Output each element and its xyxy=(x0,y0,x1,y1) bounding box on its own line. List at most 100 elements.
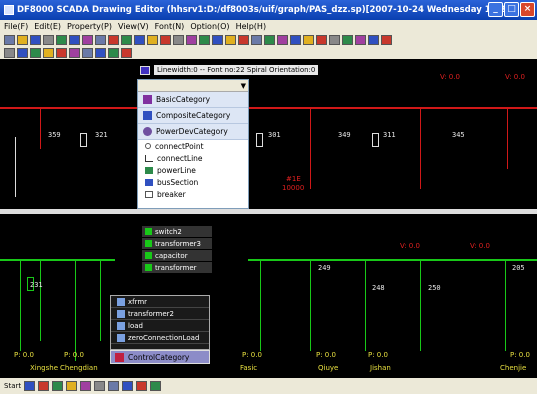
menu-help[interactable]: Help(H) xyxy=(236,22,267,31)
open-folder-icon[interactable] xyxy=(17,34,28,45)
layer-icon[interactable] xyxy=(238,34,249,45)
taskbar-app-icon[interactable] xyxy=(122,381,134,391)
align-bottom-icon[interactable] xyxy=(199,34,210,45)
feeder-line[interactable] xyxy=(310,109,311,189)
list-item[interactable]: load xyxy=(111,320,209,332)
list-item[interactable]: capacitor xyxy=(142,250,212,262)
print-icon[interactable] xyxy=(43,34,54,45)
chevron-down-icon[interactable]: ▼ xyxy=(241,82,246,90)
color-swatch-icon[interactable] xyxy=(140,65,150,75)
feeder-line[interactable] xyxy=(365,261,366,351)
feeder-line[interactable] xyxy=(420,109,421,189)
align-right-icon[interactable] xyxy=(173,34,184,45)
minimize-button[interactable]: _ xyxy=(488,2,503,17)
delete-icon[interactable] xyxy=(381,34,392,45)
database-icon[interactable] xyxy=(95,47,106,58)
palette-category-composite[interactable]: CompositeCategory xyxy=(138,108,248,124)
palette-category-powerdev[interactable]: PowerDevCategory xyxy=(138,124,248,140)
arrow-right-icon[interactable] xyxy=(121,47,132,58)
feeder-line[interactable] xyxy=(100,261,101,341)
ungroup-icon[interactable] xyxy=(225,34,236,45)
snap-icon[interactable] xyxy=(30,47,41,58)
zoom-in-icon[interactable] xyxy=(121,34,132,45)
taskbar-app-icon[interactable] xyxy=(66,381,78,391)
feeder-line[interactable] xyxy=(40,261,41,341)
flip-icon[interactable] xyxy=(368,34,379,45)
polygon-tool-icon[interactable] xyxy=(316,34,327,45)
palette-item-connectline[interactable]: connectLine xyxy=(138,152,248,164)
line-tool-icon[interactable] xyxy=(264,34,275,45)
palette-item-powerline[interactable]: powerLine xyxy=(138,164,248,176)
list-item[interactable]: zeroConnectionLoad xyxy=(111,332,209,344)
copy-icon[interactable] xyxy=(69,34,80,45)
list-item[interactable]: transformer2 xyxy=(111,308,209,320)
menu-view[interactable]: View(V) xyxy=(118,22,149,31)
pan-icon[interactable] xyxy=(43,47,54,58)
breaker-symbol[interactable] xyxy=(80,133,87,147)
taskbar-app-icon[interactable] xyxy=(52,381,64,391)
property-icon[interactable] xyxy=(69,47,80,58)
redo-icon[interactable] xyxy=(108,34,119,45)
palette-category-basic[interactable]: BasicCategory xyxy=(138,92,248,108)
drawing-canvas[interactable]: V: 0.0 V: 0.0 359 321 301 349 311 345 #1… xyxy=(0,59,537,378)
grid-icon[interactable] xyxy=(147,34,158,45)
arc-tool-icon[interactable] xyxy=(303,34,314,45)
list-item[interactable]: transformer3 xyxy=(142,238,212,250)
menu-edit[interactable]: Edit(E) xyxy=(34,22,61,31)
taskbar-start[interactable]: Start xyxy=(4,382,21,390)
refresh-icon[interactable] xyxy=(82,47,93,58)
breaker-symbol[interactable] xyxy=(372,133,379,147)
measure-icon[interactable] xyxy=(56,47,67,58)
zoom-out-icon[interactable] xyxy=(134,34,145,45)
feeder-line[interactable] xyxy=(40,109,41,149)
feeder-line[interactable] xyxy=(260,261,261,351)
feeder-line[interactable] xyxy=(507,109,508,169)
new-file-icon[interactable] xyxy=(4,34,15,45)
taskbar-app-icon[interactable] xyxy=(136,381,148,391)
cut-icon[interactable] xyxy=(56,34,67,45)
menu-option[interactable]: Option(O) xyxy=(190,22,229,31)
busbar-green-right[interactable] xyxy=(248,259,537,261)
align-top-icon[interactable] xyxy=(186,34,197,45)
rect-tool-icon[interactable] xyxy=(277,34,288,45)
align-left-icon[interactable] xyxy=(160,34,171,45)
undo-icon[interactable] xyxy=(95,34,106,45)
busbar-middle[interactable] xyxy=(0,209,537,214)
menu-font[interactable]: Font(N) xyxy=(155,22,185,31)
feeder-line[interactable] xyxy=(505,261,506,351)
list-item[interactable]: transformer xyxy=(142,262,212,274)
color-icon[interactable] xyxy=(342,34,353,45)
palette-category-control[interactable]: ControlCategory xyxy=(110,350,210,364)
group-icon[interactable] xyxy=(212,34,223,45)
feeder-line[interactable] xyxy=(420,261,421,351)
arrow-left-icon[interactable] xyxy=(108,47,119,58)
feeder-line[interactable] xyxy=(20,261,21,351)
palette-item-bussection[interactable]: busSection xyxy=(138,176,248,188)
busbar-top[interactable] xyxy=(0,107,537,109)
fill-icon[interactable] xyxy=(329,34,340,45)
select-icon[interactable] xyxy=(4,47,15,58)
rotate-icon[interactable] xyxy=(355,34,366,45)
busbar-green-left[interactable] xyxy=(0,259,115,261)
save-icon[interactable] xyxy=(30,34,41,45)
paste-icon[interactable] xyxy=(82,34,93,45)
close-button[interactable]: × xyxy=(520,2,535,17)
taskbar-app-icon[interactable] xyxy=(80,381,92,391)
taskbar-app-icon[interactable] xyxy=(108,381,120,391)
list-item[interactable]: xfrmr xyxy=(111,296,209,308)
circle-tool-icon[interactable] xyxy=(290,34,301,45)
palette-item-breaker[interactable]: breaker xyxy=(138,188,248,200)
maximize-button[interactable]: □ xyxy=(504,2,519,17)
palette-item-connectpoint[interactable]: connectPoint xyxy=(138,140,248,152)
taskbar-app-icon[interactable] xyxy=(94,381,106,391)
text-icon[interactable] xyxy=(251,34,262,45)
move-icon[interactable] xyxy=(17,47,28,58)
feeder-line[interactable] xyxy=(75,261,76,361)
feeder-line[interactable] xyxy=(15,137,16,197)
menu-file[interactable]: File(F) xyxy=(4,22,28,31)
taskbar-app-icon[interactable] xyxy=(150,381,162,391)
taskbar-app-icon[interactable] xyxy=(24,381,36,391)
list-item[interactable]: switch2 xyxy=(142,226,212,238)
taskbar-app-icon[interactable] xyxy=(38,381,50,391)
feeder-line[interactable] xyxy=(310,261,311,351)
